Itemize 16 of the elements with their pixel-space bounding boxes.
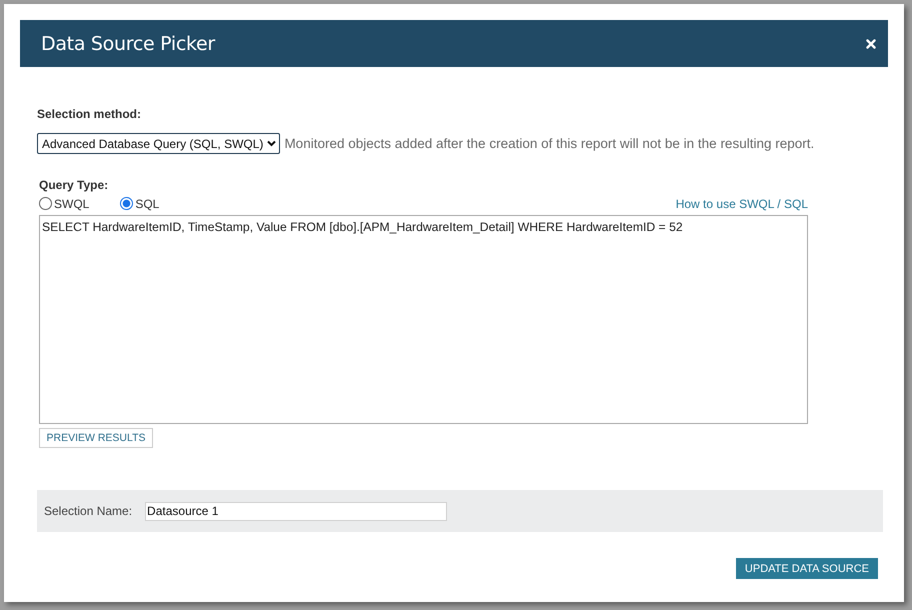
help-link[interactable]: How to use SWQL / SQL [676, 196, 808, 210]
selection-name-field[interactable]: Datasource 1 [145, 502, 448, 520]
query-field[interactable]: SELECT HardwareItemID, TimeStamp, Value FROM [dbo].[APM_HardwareItem_Detail] WHERE HardwareItemID = 52 [39, 215, 808, 424]
close-button[interactable] [866, 38, 876, 48]
selection-method-dropdown[interactable]: Advanced Database Query (SQL, SWQL) [37, 133, 280, 154]
query-type-radio[interactable]: SWQL [39, 196, 90, 210]
chevron-down-icon [267, 140, 276, 147]
preview-results-button[interactable]: PREVIEW RESULTS [39, 428, 153, 448]
note-text: Monitored objects added after the creation of this report will not be in the resulting report. [284, 136, 814, 151]
field-label: Selection Name: [44, 504, 132, 518]
field-label: Selection method: [37, 107, 142, 122]
dialog-title: Data Source Picker [41, 32, 215, 54]
update-data-source-button[interactable]: UPDATE DATA SOURCE [736, 558, 878, 579]
close-icon [866, 38, 876, 48]
query-type-radio[interactable]: SQL [120, 196, 160, 210]
field-label: Query Type: [39, 178, 108, 193]
